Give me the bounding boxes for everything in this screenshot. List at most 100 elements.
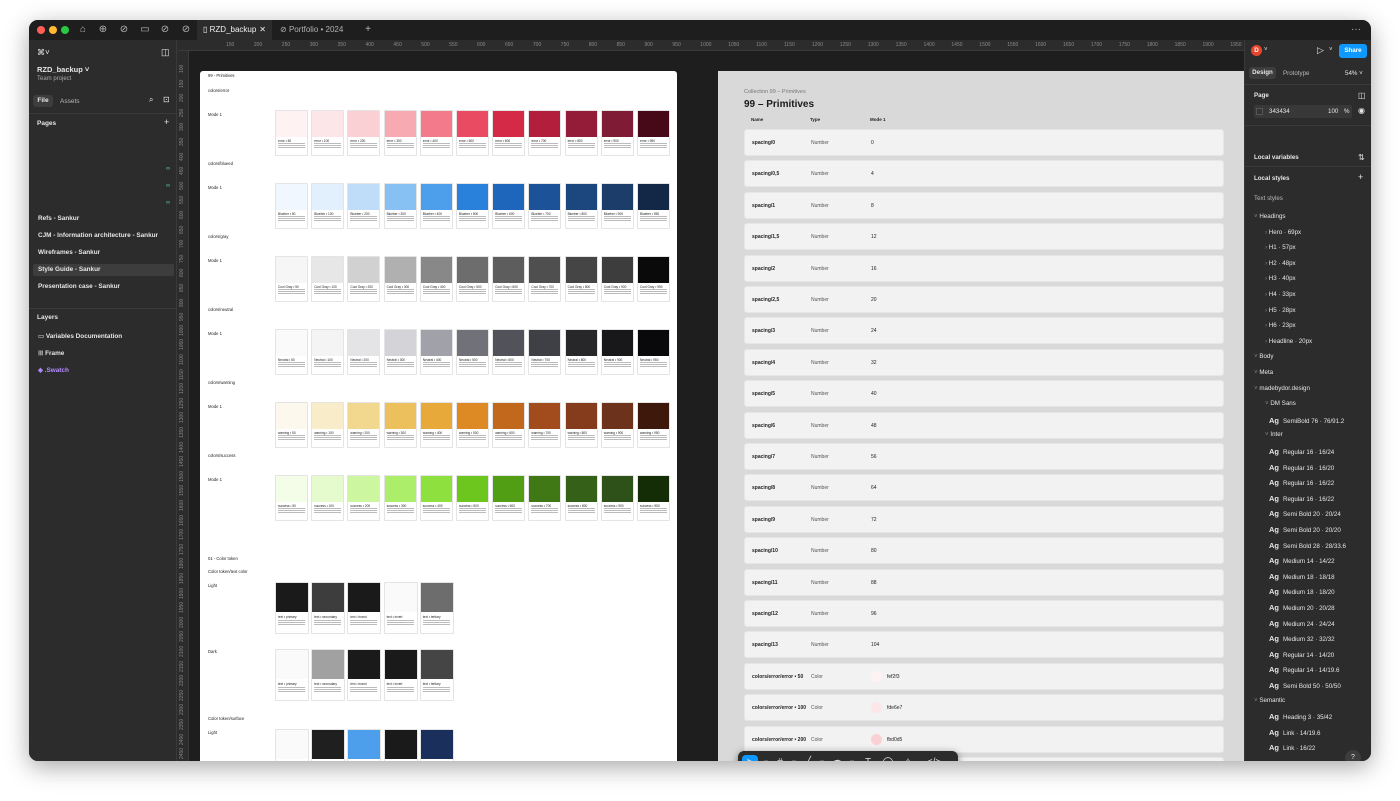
text-style-group[interactable]: ˅ DM Sans [1265,400,1296,407]
color-swatch[interactable]: text • tertiary [419,582,454,634]
color-swatch[interactable]: warning • 200 [347,402,381,448]
move-tool-icon[interactable]: ➤ [742,755,758,761]
text-style-item[interactable]: Ag Medium 18 · 18/18 [1269,572,1335,581]
dev-mode-icon[interactable]: </> [926,755,942,761]
color-swatch[interactable]: text • primary [275,649,309,701]
book-icon[interactable]: ▭ [136,22,154,38]
layer-variables-documentation[interactable]: ▭ Variables Documentation [33,331,174,343]
help-button[interactable]: ? [1345,750,1361,761]
text-style-group[interactable]: ˅ Body [1254,353,1273,360]
color-swatch[interactable]: warning • 100 [311,402,345,448]
tab-portfolio[interactable]: ⊘ Portfolio • 2024 [274,20,354,40]
color-swatch[interactable]: text • brand [347,649,382,701]
color-swatch[interactable]: Blueber • 600 [492,183,526,229]
text-style-group[interactable]: › Headline · 20px [1265,338,1312,345]
text-style-group[interactable]: ˅ Inter [1265,431,1283,438]
plus-icon[interactable]: + [1358,172,1363,182]
text-style-group[interactable]: › H1 · 57px [1265,244,1296,251]
text-style-item[interactable]: Ag Link · 14/19.6 [1269,728,1321,737]
text-style-item[interactable]: Ag SemiBold 76 · 76/91.2 [1269,416,1344,425]
avatar[interactable]: D [1251,45,1262,56]
text-tool-icon[interactable]: T [860,755,876,761]
variable-row[interactable]: spacing/13 Number 104 [744,631,1224,659]
text-style-item[interactable]: Ag Regular 16 · 16/24 [1269,447,1334,456]
color-swatch[interactable]: warning • 500 [456,402,489,448]
text-style-item[interactable]: Ag Medium 18 · 18/20 [1269,587,1335,596]
color-swatch[interactable]: success • 400 [419,475,453,521]
main-menu-icon[interactable]: ⌘˅ [37,48,50,57]
color-swatch[interactable]: Cool Gray • 900 [600,256,634,302]
assets-tab[interactable]: Assets [60,98,80,105]
color-swatch[interactable]: Blueber • 100 [311,183,345,229]
color-swatch[interactable]: Blueber • 400 [419,183,453,229]
color-swatch[interactable]: Cool Gray • 200 [347,256,381,302]
plugin-icon[interactable]: ⊘ [115,22,133,38]
text-style-group[interactable]: ˅ Meta [1254,369,1273,376]
figma-file-icon[interactable]: ⊘ [156,22,174,38]
close-window-button[interactable] [37,26,45,34]
color-swatch[interactable]: warning • 900 [600,402,634,448]
color-swatch[interactable]: error • 400 [419,110,453,156]
color-swatch[interactable]: error • 50 [275,110,308,156]
variable-row[interactable]: spacing/3 Number 24 [744,317,1224,345]
color-swatch[interactable]: warning • 50 [275,402,308,448]
text-style-item[interactable]: Ag Medium 24 · 24/24 [1269,619,1335,628]
text-style-item[interactable]: Ag Regular 16 · 16/22 [1269,478,1334,487]
color-swatch[interactable]: error • 300 [383,110,417,156]
actions-tool-icon[interactable]: ✧ [900,755,916,761]
color-swatch[interactable]: Blueber • 50 [275,183,308,229]
tab-rzd-backup[interactable]: ▯ RZD_backup ✕ [197,20,272,40]
color-swatch[interactable]: Cool Gray • 50 [275,256,308,302]
home-icon[interactable]: ⌂ [74,22,92,38]
chevron-down-icon[interactable]: ˅ [814,755,830,761]
page-color-field[interactable]: 343434 100 % [1254,105,1352,118]
more-icon[interactable]: ··· [1347,22,1365,38]
variable-row[interactable]: colors/error/error • 200 Color fbd0d5 [744,725,1224,753]
color-swatch[interactable]: text • secondary [311,582,346,634]
maximize-window-button[interactable] [61,26,69,34]
page-item[interactable]: Style Guide - Sankur [33,263,174,276]
page-item[interactable]: ‹› [33,197,174,209]
color-swatch[interactable]: Neutral • 500 [456,329,489,375]
page-settings-icon[interactable]: ◫ [1358,91,1366,100]
text-style-item[interactable]: Ag Heading 3 · 35/42 [1269,712,1332,721]
color-swatch[interactable]: success • 900 [600,475,634,521]
chevron-down-icon[interactable]: ˅ [1264,47,1268,53]
color-swatch[interactable]: text • invert [383,582,418,634]
color-swatch[interactable]: warning • 950 [637,402,670,448]
chevron-down-icon[interactable]: ˅ [844,755,860,761]
text-style-group[interactable]: › H4 · 33px [1265,291,1296,298]
color-swatch[interactable]: success • 800 [564,475,598,521]
color-swatch[interactable]: Neutral • 900 [600,329,634,375]
page-item[interactable]: ‹› [33,180,174,192]
text-style-item[interactable]: Ag Medium 14 · 14/22 [1269,556,1335,565]
color-swatch[interactable]: success • 500 [456,475,489,521]
color-swatch[interactable]: success • 100 [311,475,345,521]
variable-row[interactable]: spacing/9 Number 72 [744,505,1224,533]
page-item[interactable]: ‹› [33,163,174,175]
color-swatch[interactable]: Neutral • 50 [275,329,308,375]
share-button[interactable]: Share [1339,44,1367,58]
text-style-item[interactable]: Ag Semi Bold 28 · 28/33.6 [1269,541,1346,550]
color-swatch[interactable]: error • 600 [492,110,526,156]
globe-icon[interactable]: ⊕ [94,22,112,38]
color-swatch[interactable]: success • 300 [383,475,417,521]
color-swatch[interactable]: Cool Gray • 400 [419,256,453,302]
color-swatch[interactable]: warning • 800 [564,402,598,448]
close-tab-icon[interactable]: ✕ [259,20,266,40]
color-swatch[interactable]: Cool Gray • 300 [383,256,417,302]
color-swatch[interactable]: warning • 400 [419,402,453,448]
zoom-level[interactable]: 54% ˅ [1345,70,1363,77]
chevron-down-icon[interactable]: ˅ [1329,47,1333,53]
layer-swatch[interactable]: ◈ .Swatch [33,365,174,377]
library-icon[interactable]: ⊡ [163,95,170,104]
color-swatch[interactable]: success • 600 [492,475,526,521]
color-swatch[interactable]: error • 700 [528,110,562,156]
canvas[interactable]: 150 200 250 300 350 400 450 500 550 600 650 700 750 8… [178,40,1244,761]
eye-icon[interactable]: ◉ [1358,106,1365,115]
text-style-item[interactable]: Ag Medium 32 · 32/32 [1269,634,1335,643]
tab-prototype[interactable]: Prototype [1283,70,1309,77]
text-style-item[interactable]: Ag Medium 20 · 20/28 [1269,603,1335,612]
minimize-window-button[interactable] [49,26,57,34]
text-style-group[interactable]: › H3 · 40px [1265,275,1296,282]
